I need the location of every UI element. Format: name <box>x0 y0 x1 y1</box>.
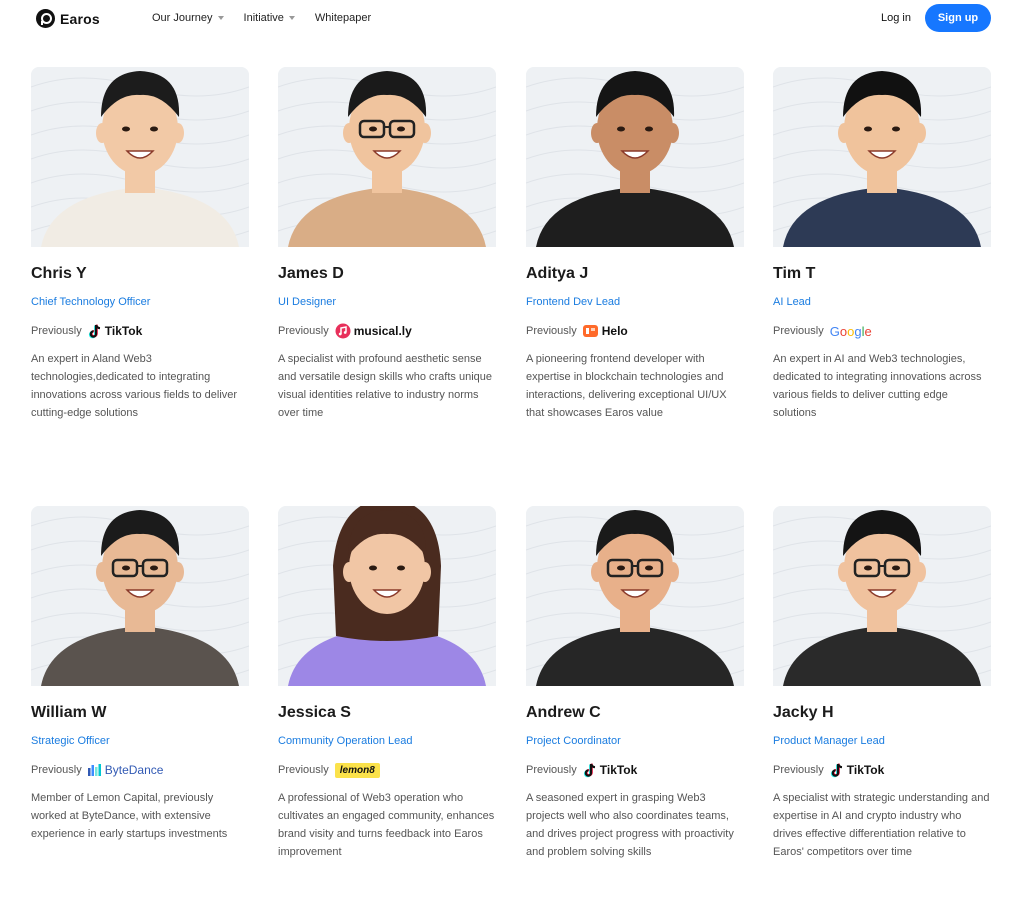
google-icon: Google <box>829 323 872 339</box>
member-bio: A pioneering frontend developer with exp… <box>526 353 727 419</box>
menu-our-journey[interactable]: Our Journey <box>152 12 224 24</box>
company-logo: lemon8 <box>334 762 380 778</box>
previously-label: Previously <box>31 764 82 776</box>
chevron-down-icon <box>217 16 224 20</box>
previously-label: Previously <box>278 764 329 776</box>
bytedance-icon <box>87 763 102 777</box>
previously-label: Previously <box>526 325 577 337</box>
member-bio: A seasoned expert in grasping Web3 proje… <box>526 792 734 858</box>
member-bio: A professional of Web3 operation who cul… <box>278 792 495 858</box>
musically-icon <box>335 323 351 339</box>
menu-initiative[interactable]: Initiative <box>244 12 295 24</box>
main-menu: Our Journey Initiative Whitepaper <box>152 12 391 24</box>
member-bio: An expert in AI and Web3 technologies, d… <box>773 353 982 419</box>
member-bio: A specialist with strategic understandin… <box>773 792 990 858</box>
member-role: Strategic Officer <box>31 735 110 747</box>
member-name: William W <box>31 704 107 721</box>
company-name: TikTok <box>846 763 885 777</box>
member-name: Jacky H <box>773 704 834 721</box>
tiktok-icon <box>583 763 597 778</box>
menu-whitepaper[interactable]: Whitepaper <box>315 12 371 24</box>
member-portrait <box>31 506 249 686</box>
member-role: Chief Technology Officer <box>31 296 151 308</box>
company-name: musical.ly <box>353 324 412 338</box>
member-name: Andrew C <box>526 704 601 721</box>
member-portrait <box>31 67 249 247</box>
brand-name: Earos <box>60 10 100 27</box>
member-role: Community Operation Lead <box>278 735 413 747</box>
previous-employer: Previously lemon8 <box>278 762 380 778</box>
chevron-down-icon <box>288 16 295 20</box>
member-name: James D <box>278 265 344 282</box>
previously-label: Previously <box>278 325 329 337</box>
previous-employer: Previously Helo <box>526 323 628 339</box>
member-portrait <box>526 67 744 247</box>
lemon8-icon: lemon8 <box>334 762 380 778</box>
member-name: Chris Y <box>31 265 87 282</box>
company-logo: TikTok <box>830 763 885 778</box>
member-portrait <box>278 506 496 686</box>
previous-employer: Previously Google <box>773 323 872 339</box>
member-name: Aditya J <box>526 265 589 282</box>
company-logo: Helo <box>582 324 628 338</box>
previous-employer: Previously TikTok <box>526 762 637 778</box>
helo-icon <box>582 324 599 338</box>
member-role: UI Designer <box>278 296 337 308</box>
member-role: Product Manager Lead <box>773 735 885 747</box>
top-navigation: Earos Our Journey Initiative Whitepaper … <box>0 0 1022 38</box>
tiktok-icon <box>830 763 844 778</box>
member-portrait <box>278 67 496 247</box>
member-portrait <box>773 67 991 247</box>
member-bio: A specialist with profound aesthetic sen… <box>278 353 493 419</box>
member-name: Tim T <box>773 265 816 282</box>
tiktok-icon <box>88 324 102 339</box>
previous-employer: Previously ByteDance <box>31 762 163 778</box>
member-role: Project Coordinator <box>526 735 621 747</box>
member-bio: Member of Lemon Capital, previously work… <box>31 792 228 840</box>
company-name: ByteDance <box>104 763 164 777</box>
company-logo: ByteDance <box>87 763 164 777</box>
company-name: TikTok <box>104 324 143 338</box>
brand-logo[interactable]: Earos <box>36 9 100 28</box>
company-logo: TikTok <box>583 763 638 778</box>
previous-employer: Previously TikTok <box>31 323 142 339</box>
member-role: Frontend Dev Lead <box>526 296 621 308</box>
previously-label: Previously <box>31 325 82 337</box>
previously-label: Previously <box>773 764 824 776</box>
previously-label: Previously <box>773 325 824 337</box>
signup-button[interactable]: Sign up <box>925 4 991 32</box>
member-role: AI Lead <box>773 296 811 308</box>
company-name: Helo <box>601 324 628 338</box>
member-name: Jessica S <box>278 704 351 721</box>
member-portrait <box>526 506 744 686</box>
previous-employer: Previously TikTok <box>773 762 884 778</box>
company-name: TikTok <box>599 763 638 777</box>
login-link[interactable]: Log in <box>881 12 911 24</box>
company-logo: musical.ly <box>335 323 412 339</box>
company-logo: Google <box>830 324 872 339</box>
member-bio: An expert in Aland Web3 technologies,ded… <box>31 353 238 419</box>
company-logo: TikTok <box>88 324 143 339</box>
previously-label: Previously <box>526 764 577 776</box>
earos-logo-icon <box>36 9 55 28</box>
member-portrait <box>773 506 991 686</box>
previous-employer: Previously musical.ly <box>278 323 412 339</box>
